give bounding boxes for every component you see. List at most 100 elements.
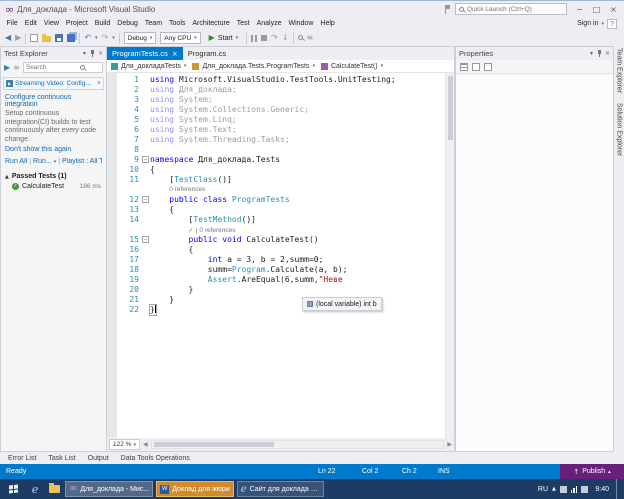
codelens-indicator[interactable]: ✓ | 0 references xyxy=(150,225,236,235)
code-line[interactable]: 14 [TestMethod()] xyxy=(107,215,445,225)
code-line[interactable]: 17 int a = 3, b = 2,summ=0; xyxy=(107,255,445,265)
help-icon[interactable]: ? xyxy=(607,19,617,29)
close-icon[interactable]: × xyxy=(605,50,610,58)
run-all-link[interactable]: Run All xyxy=(5,158,27,165)
code-line[interactable]: 7using System.Threading.Tasks; xyxy=(107,135,445,145)
window-position-icon[interactable]: ▾ xyxy=(83,50,86,58)
code-line[interactable]: 16 { xyxy=(107,245,445,255)
taskbar-button[interactable]: ∞Для_доклада - Мис... xyxy=(65,481,153,497)
code-line[interactable]: 12− public class ProgramTests xyxy=(107,195,445,205)
run-tests-icon[interactable]: ▶ xyxy=(4,63,10,73)
action-center-icon[interactable] xyxy=(560,486,567,493)
menu-item-test[interactable]: Test xyxy=(233,17,253,30)
vertical-scrollbar[interactable] xyxy=(445,73,454,438)
clock[interactable]: 9:40 xyxy=(592,486,612,493)
menu-item-edit[interactable]: Edit xyxy=(21,17,40,30)
code-line[interactable]: 18 summ=Program.Calculate(a, b); xyxy=(107,265,445,275)
group-by-icon[interactable]: ≡ xyxy=(13,63,20,73)
menu-item-project[interactable]: Project xyxy=(62,17,91,30)
property-pages-icon[interactable] xyxy=(484,63,492,71)
code-line[interactable]: 15− public void CalculateTest() xyxy=(107,235,445,245)
scrollbar-thumb[interactable] xyxy=(448,76,453,140)
menu-item-file[interactable]: File xyxy=(3,17,21,30)
show-desktop-button[interactable] xyxy=(616,479,619,499)
scroll-right-icon[interactable]: ▶ xyxy=(447,441,452,448)
collapse-group-icon[interactable]: ▲ xyxy=(5,174,9,180)
menu-item-build[interactable]: Build xyxy=(91,17,114,30)
show-hidden-icons-icon[interactable]: ▲ xyxy=(552,486,556,492)
sign-in-button[interactable]: Sign in xyxy=(577,20,598,27)
bottom-tab-output[interactable]: Output xyxy=(82,455,115,462)
test-search-box[interactable] xyxy=(23,62,103,73)
menu-item-debug[interactable]: Debug xyxy=(114,17,142,30)
undo-dropdown-icon[interactable]: ▾ xyxy=(95,35,98,41)
step-over-icon[interactable]: ↷ xyxy=(271,33,278,43)
close-button[interactable]: × xyxy=(605,3,622,16)
document-tab-program-cs[interactable]: Program.cs xyxy=(183,47,231,60)
code-line[interactable]: 22} xyxy=(107,305,445,315)
side-tab-solution-explorer[interactable]: Solution Explorer xyxy=(616,103,623,156)
start-debug-button[interactable]: ▶ Start ▾ xyxy=(205,32,242,45)
codelens-indicator[interactable]: 0 references xyxy=(150,185,205,195)
start-button[interactable] xyxy=(2,479,24,499)
codelens-row[interactable]: ✓ | 0 references xyxy=(107,225,445,235)
collapse-icon[interactable]: − xyxy=(142,196,149,203)
zoom-dropdown[interactable]: 122 % ▾ xyxy=(109,439,140,450)
navigate-back-icon[interactable]: ◀ xyxy=(5,33,11,43)
taskbar-button[interactable]: WДоклад для жюри xyxy=(156,481,234,497)
step-into-icon[interactable]: ↓ xyxy=(282,33,289,43)
alphabetical-icon[interactable] xyxy=(472,63,480,71)
passed-tests-group[interactable]: ▲ Passed Tests (1) xyxy=(5,173,102,180)
menu-item-architecture[interactable]: Architecture xyxy=(189,17,233,30)
code-line[interactable]: 5using System.Linq; xyxy=(107,115,445,125)
code-line[interactable]: 13 { xyxy=(107,205,445,215)
window-position-icon[interactable]: ▾ xyxy=(590,50,593,58)
code-line[interactable]: 11 [TestClass()] xyxy=(107,175,445,185)
pin-icon[interactable] xyxy=(596,49,602,58)
streaming-video-link[interactable]: Streaming Video: Configure co xyxy=(15,80,95,87)
bottom-tab-error-list[interactable]: Error List xyxy=(2,455,42,462)
codelens-row[interactable]: 0 references xyxy=(107,185,445,195)
nav-dropdown-2[interactable]: Для_доклада.Tests.ProgramTests▾ xyxy=(192,63,315,70)
code-region[interactable]: 1using Microsoft.VisualStudio.TestTools.… xyxy=(107,73,454,438)
playlist-link[interactable]: Playlist : All Te... xyxy=(62,158,102,165)
menu-item-view[interactable]: View xyxy=(40,17,62,30)
code-line[interactable]: 8 xyxy=(107,145,445,155)
bottom-tab-data-tools-operations[interactable]: Data Tools Operations xyxy=(115,455,196,462)
notifications-flag-icon[interactable] xyxy=(444,5,451,14)
configure-ci-link[interactable]: Configure continuous integration xyxy=(5,94,102,108)
minimize-button[interactable]: − xyxy=(571,3,588,16)
stop-icon[interactable] xyxy=(261,35,267,41)
code-line[interactable]: 1using Microsoft.VisualStudio.TestTools.… xyxy=(107,75,445,85)
dismiss-link[interactable]: Don't show this again xyxy=(5,146,102,153)
navigate-forward-icon[interactable]: ▶ xyxy=(15,33,21,43)
test-result-row[interactable]: CalculateTest 186 ms xyxy=(5,183,102,190)
pause-icon[interactable] xyxy=(251,35,257,42)
pin-icon[interactable] xyxy=(89,49,95,58)
test-search-input[interactable] xyxy=(26,64,78,71)
menu-item-tools[interactable]: Tools xyxy=(166,17,189,30)
nav-dropdown-3[interactable]: CalculateTest()▾ xyxy=(321,63,383,70)
quick-launch-box[interactable] xyxy=(455,3,567,15)
code-line[interactable]: 4using System.Collections.Generic; xyxy=(107,105,445,115)
redo-dropdown-icon[interactable]: ▾ xyxy=(112,35,115,41)
menu-item-window[interactable]: Window xyxy=(285,17,317,30)
pinned-internet-explorer[interactable]: e xyxy=(27,481,43,497)
save-all-icon[interactable] xyxy=(67,34,75,42)
new-project-icon[interactable] xyxy=(30,34,38,42)
save-icon[interactable] xyxy=(55,34,63,42)
code-line[interactable]: 3using System; xyxy=(107,95,445,105)
document-tab-programtests-cs[interactable]: ProgramTests.cs× xyxy=(107,47,183,60)
quick-launch-input[interactable] xyxy=(467,6,553,13)
chevron-down-icon[interactable]: ▾ xyxy=(601,21,604,27)
code-line[interactable]: 19 Assert.AreEqual(6,summ,"Неве xyxy=(107,275,445,285)
chevron-down-icon[interactable]: ▾ xyxy=(54,159,57,165)
run-menu-link[interactable]: Run... xyxy=(33,158,52,165)
nav-dropdown-1[interactable]: Для_докладаTests▾ xyxy=(111,63,186,70)
language-indicator[interactable]: RU xyxy=(538,486,548,493)
menu-item-team[interactable]: Team xyxy=(141,17,165,30)
undo-icon[interactable]: ↶ xyxy=(84,33,91,43)
scrollbar-thumb[interactable] xyxy=(154,442,274,447)
scroll-left-icon[interactable]: ◀ xyxy=(143,441,148,448)
network-icon[interactable] xyxy=(571,486,578,493)
